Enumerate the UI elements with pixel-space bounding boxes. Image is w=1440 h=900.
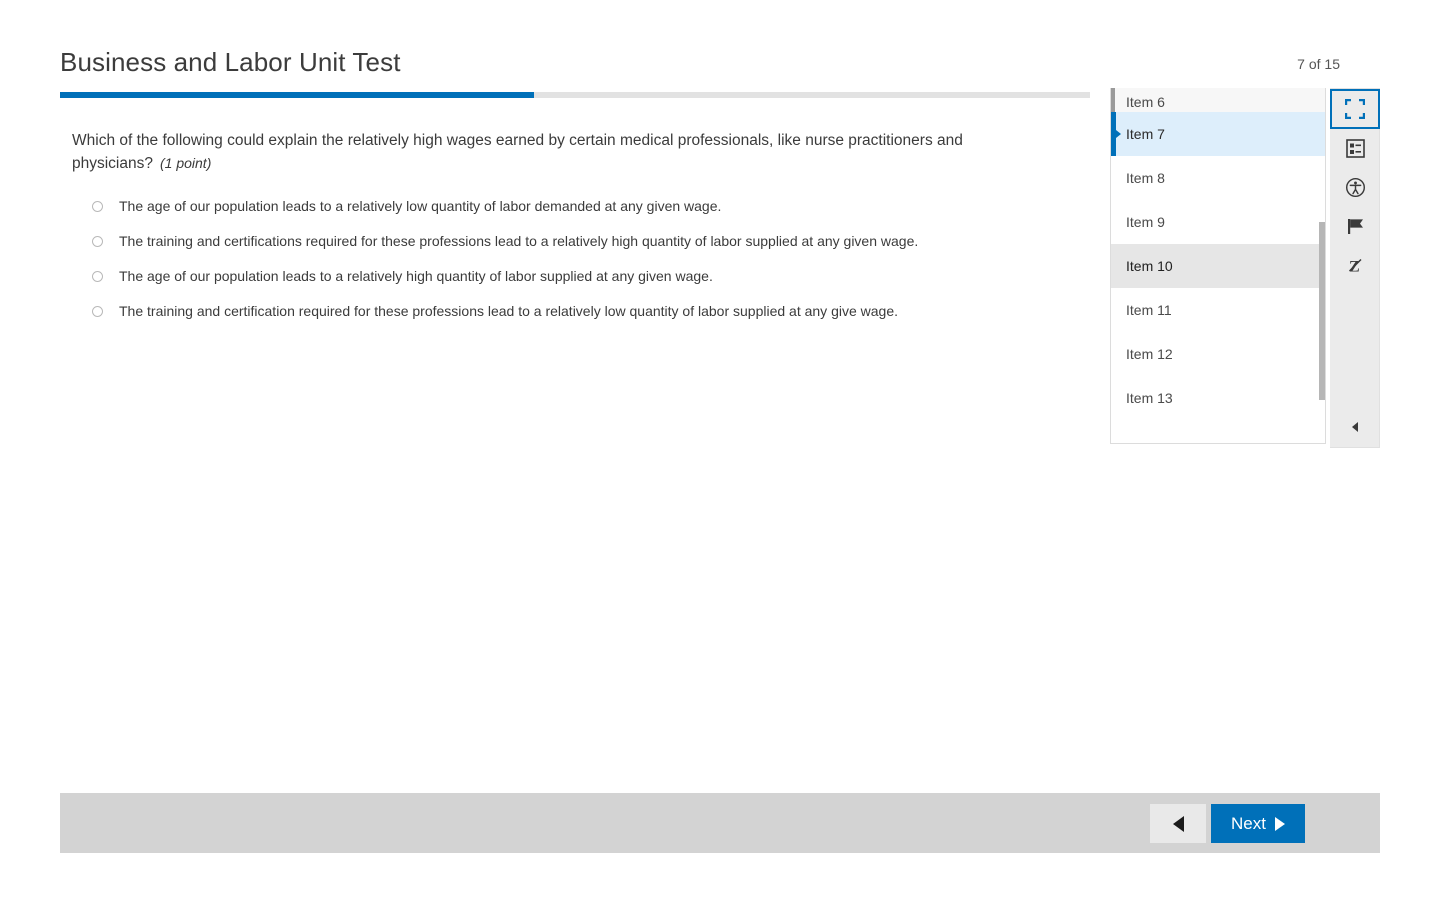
accessibility-icon <box>1345 178 1365 197</box>
item-list-entry[interactable]: Item 11 <box>1111 288 1325 332</box>
fullscreen-button[interactable] <box>1330 89 1380 129</box>
progress-bar <box>60 92 1090 98</box>
item-list-entry[interactable]: Item 8 <box>1111 156 1325 200</box>
item-list-entry-label: Item 12 <box>1126 346 1173 362</box>
item-list-entry[interactable]: Item 7 <box>1111 112 1325 156</box>
answer-choice[interactable]: The training and certifications required… <box>92 231 1032 266</box>
item-list-entry-label: Item 7 <box>1126 126 1165 142</box>
item-list: Item 6 Item 7 Item 8 Item 9 Item 10 Item 11 It… <box>1111 88 1325 420</box>
answer-choice-label: The training and certification required … <box>119 303 899 319</box>
question-stem: Which of the following could explain the… <box>72 130 1027 175</box>
triangle-right-icon <box>1274 816 1285 831</box>
item-list-button[interactable] <box>1330 129 1380 168</box>
answer-choice-label: The age of our population leads to a rel… <box>119 268 713 284</box>
tool-rail: Z <box>1330 88 1380 448</box>
item-list-icon <box>1345 139 1365 158</box>
bottom-navigation-bar: Next <box>60 793 1380 853</box>
flag-button[interactable] <box>1330 207 1380 246</box>
page-title: Business and Labor Unit Test <box>60 47 401 77</box>
answer-choice-label: The age of our population leads to a rel… <box>119 198 722 214</box>
collapse-rail-button[interactable] <box>1330 407 1380 447</box>
next-button-label: Next <box>1231 814 1266 833</box>
item-list-entry-label: Item 8 <box>1126 170 1165 186</box>
answer-choice-label: The training and certifications required… <box>119 233 919 249</box>
next-button[interactable]: Next <box>1211 804 1305 843</box>
answer-choice-list: The age of our population leads to a rel… <box>92 196 1032 336</box>
answer-eliminator-button[interactable]: Z <box>1330 246 1380 285</box>
strikethrough-z-icon: Z <box>1348 259 1362 275</box>
answer-choice[interactable]: The age of our population leads to a rel… <box>92 266 1032 301</box>
answer-choice[interactable]: The age of our population leads to a rel… <box>92 196 1032 231</box>
item-counter: 7 of 15 <box>1297 56 1340 72</box>
selected-item-arrow-icon <box>1116 130 1121 138</box>
question-scrollbar-track[interactable] <box>1033 186 1042 332</box>
item-navigation-panel: Item 6 Item 7 Item 8 Item 9 Item 10 Item 11 It… <box>1110 88 1326 444</box>
item-list-entry-label: Item 11 <box>1126 302 1172 318</box>
item-list-entry[interactable]: Item 12 <box>1111 332 1325 376</box>
item-list-entry-label: Item 6 <box>1126 94 1165 110</box>
radio-button[interactable] <box>92 236 103 247</box>
previous-button[interactable] <box>1150 804 1206 843</box>
item-list-entry[interactable]: Item 6 <box>1111 88 1325 112</box>
assessment-page: Business and Labor Unit Test 7 of 15 Whi… <box>0 0 1440 900</box>
progress-bar-fill <box>60 92 534 98</box>
question-points: (1 point) <box>160 155 212 171</box>
radio-button[interactable] <box>92 271 103 282</box>
radio-button[interactable] <box>92 201 103 212</box>
flag-icon <box>1347 219 1363 234</box>
item-list-entry-label: Item 13 <box>1126 390 1173 406</box>
fullscreen-icon <box>1345 99 1365 119</box>
chevron-left-icon <box>1352 422 1358 432</box>
item-list-entry-label: Item 9 <box>1126 214 1165 230</box>
answer-choice[interactable]: The training and certification required … <box>92 301 1032 336</box>
accessibility-button[interactable] <box>1330 168 1380 207</box>
question-container: Which of the following could explain the… <box>60 118 1050 338</box>
radio-button[interactable] <box>92 306 103 317</box>
item-list-entry[interactable]: Item 9 <box>1111 200 1325 244</box>
item-list-entry-label: Item 10 <box>1126 258 1173 274</box>
item-list-entry[interactable]: Item 10 <box>1111 244 1325 288</box>
triangle-left-icon <box>1172 815 1184 832</box>
item-list-scrollbar-thumb[interactable] <box>1319 222 1325 400</box>
item-list-entry[interactable]: Item 13 <box>1111 376 1325 420</box>
